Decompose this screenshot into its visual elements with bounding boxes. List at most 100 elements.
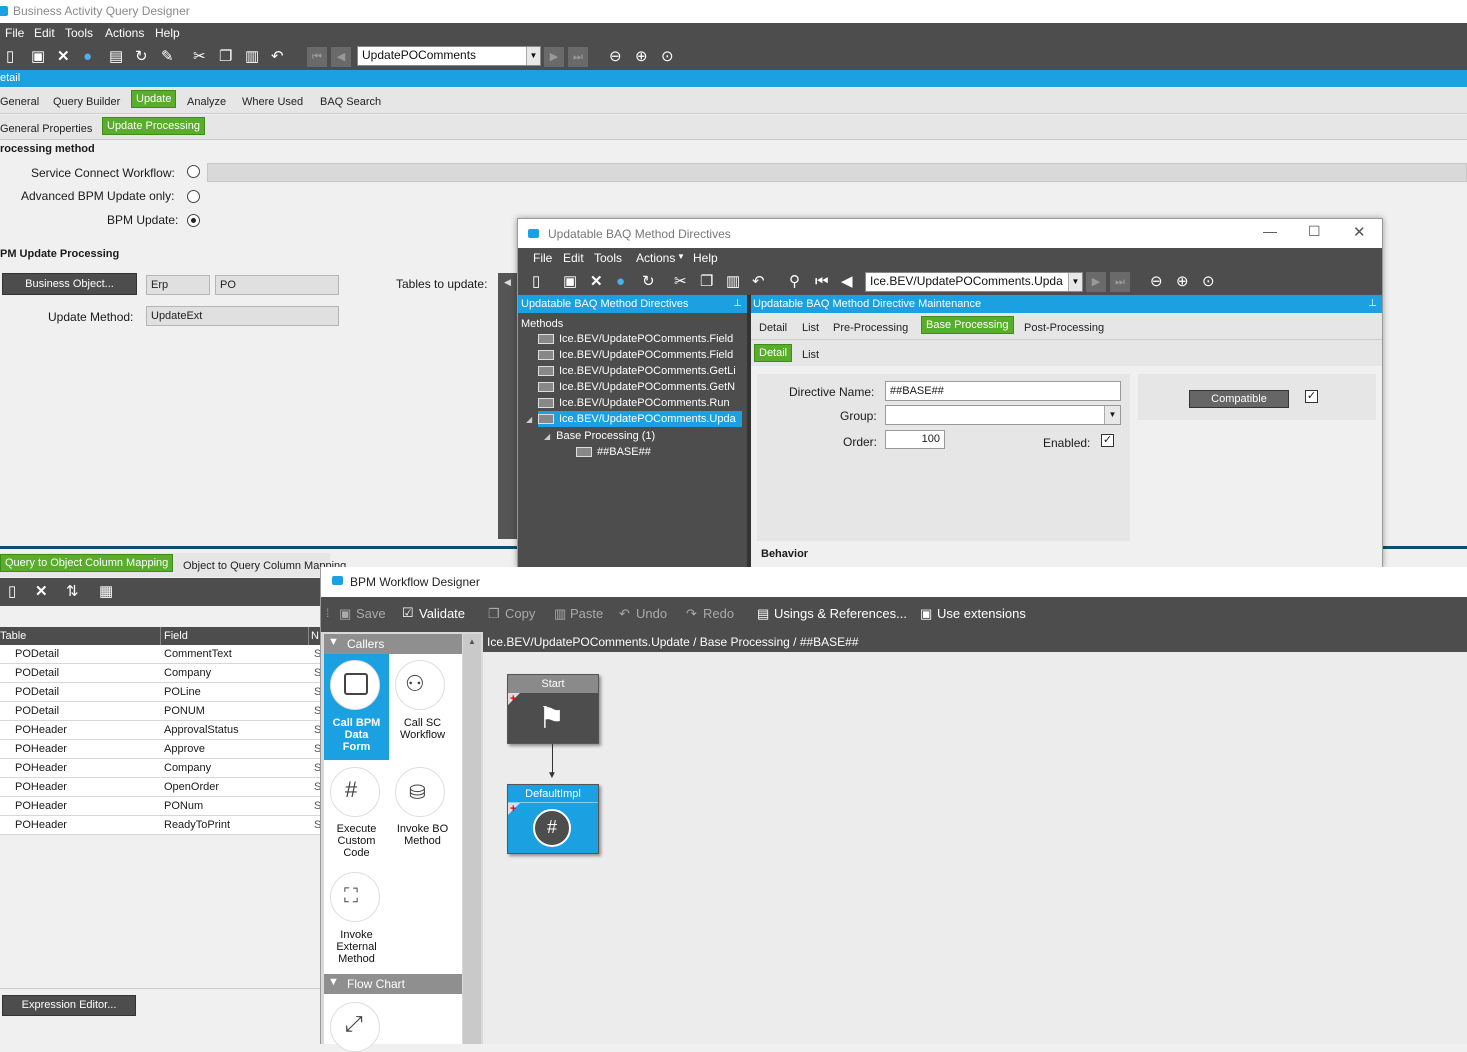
d-home-icon[interactable]: ⊙ [1202,274,1215,289]
tab-update[interactable]: Update [131,90,177,108]
base-directive-leaf[interactable]: ##BASE## [576,444,651,460]
grid-icon[interactable]: ▦ [99,584,113,599]
pin-icon[interactable]: ⊥ [733,295,742,313]
dtab-pre-processing[interactable]: Pre-Processing [833,322,908,334]
table-row[interactable]: POHeader Approve S [0,740,321,759]
invoke-external-icon[interactable]: ⛶ [330,872,380,922]
dmenu-file[interactable]: File [533,251,552,265]
table-row[interactable]: POHeader PONum S [0,797,321,816]
expression-editor-button[interactable]: Expression Editor... [2,995,136,1016]
d-first-icon[interactable]: ⏮ [815,274,829,289]
order-input[interactable]: 100 [885,430,945,449]
wf-usings-button[interactable]: Usings & References... [774,606,907,621]
wf-redo-button[interactable]: Redo [703,606,734,621]
callers-header[interactable]: ▼ Callers [324,634,462,654]
call-sc-workflow-icon[interactable]: ⚇ [395,660,445,710]
expand-icon[interactable]: ◢ [544,432,550,441]
table-row[interactable]: PODetail POLine S [0,683,321,702]
pin-icon[interactable]: ⊥ [1368,295,1377,313]
maximize-icon[interactable]: ☐ [1308,223,1321,240]
dsubtab-detail[interactable]: Detail [754,344,793,362]
col-field[interactable]: Field [164,630,188,642]
method-tree-item[interactable]: Ice.BEV/UpdatePOComments.Field [538,331,733,347]
wf-use-extensions-button[interactable]: Use extensions [937,606,1026,621]
bo-name-field[interactable]: PO [215,275,339,295]
tool-call-bpm-form[interactable]: Call BPM Data Form [324,717,389,753]
d-paste-icon[interactable]: ▥ [726,274,740,289]
tab-general[interactable]: General [0,96,39,108]
last-record-icon[interactable]: ⏭ [568,47,588,67]
table-row[interactable]: POHeader Company S [0,759,321,778]
update-method-field[interactable]: UpdateExt [146,306,339,326]
flowchart-header[interactable]: ▼ Flow Chart [324,974,462,994]
bpm-update-radio[interactable] [187,214,200,227]
flowchart-tool-icon[interactable]: ⤢ [330,1002,380,1052]
dtab-detail[interactable]: Detail [759,322,787,334]
d-refresh-icon[interactable]: ↻ [642,274,655,289]
method-tree-item[interactable]: Ice.BEV/UpdatePOComments.GetLi [538,363,736,379]
expand-left-icon[interactable]: ◀ [504,277,511,288]
sort-icon[interactable]: ⇅ [66,584,79,599]
method-tree-item[interactable]: Ice.BEV/UpdatePOComments.Field [538,347,733,363]
table-row[interactable]: POHeader OpenOrder S [0,778,321,797]
scroll-up-icon[interactable]: ▲ [468,637,476,646]
start-node[interactable]: Start + ⚑ [507,674,599,744]
base-processing-node[interactable]: ◢ Base Processing (1) [544,428,655,444]
forward-icon[interactable]: ⊕ [635,49,648,64]
dmenu-tools[interactable]: Tools [594,251,622,265]
tab-update-processing[interactable]: Update Processing [102,117,205,135]
directive-name-input[interactable]: ##BASE## [885,381,1121,401]
expand-icon[interactable]: ◢ [526,415,532,424]
tab-query-builder[interactable]: Query Builder [53,96,120,108]
table-row[interactable]: PODetail PONUM S [0,702,321,721]
method-tree-item[interactable]: Ice.BEV/UpdatePOComments.Run [538,395,730,411]
compatible-button[interactable]: Compatible [1189,390,1289,408]
close-icon[interactable]: ✕ [1353,223,1366,241]
attach-icon[interactable]: ▤ [109,49,123,64]
save-icon[interactable]: ▣ [31,49,45,64]
d-next-icon[interactable]: ▶ [1086,272,1106,292]
business-object-button[interactable]: Business Object... [2,273,137,295]
advanced-bpm-radio[interactable] [187,190,200,203]
wf-paste-button[interactable]: Paste [570,606,603,621]
dtab-base-processing[interactable]: Base Processing [921,316,1014,334]
d-chat-icon[interactable]: ● [616,274,625,289]
minimize-icon[interactable]: — [1263,223,1277,239]
wf-copy-button[interactable]: Copy [505,606,535,621]
clear-icon[interactable]: ✎ [161,49,174,64]
delete-mapping-icon[interactable]: ✕ [35,584,48,599]
d-last-icon[interactable]: ⏭ [1110,272,1130,292]
bo-namespace-field[interactable]: Erp [146,275,210,295]
d-save-icon[interactable]: ▣ [563,274,577,289]
directive-combo[interactable]: Ice.BEV/UpdatePOComments.Upda ▼ [865,272,1083,292]
delete-icon[interactable]: ✕ [57,49,70,64]
col-n[interactable]: N [311,630,319,642]
menu-edit[interactable]: Edit [34,26,55,40]
d-back-icon[interactable]: ⊖ [1150,274,1163,289]
method-tree-item[interactable]: Ice.BEV/UpdatePOComments.Upda [538,411,742,427]
enabled-checkbox[interactable]: ✓ [1101,434,1114,447]
new-icon[interactable]: ▯ [6,49,14,64]
paste-icon[interactable]: ▥ [245,49,259,64]
first-record-icon[interactable]: ⏮ [307,47,327,67]
back-icon[interactable]: ⊖ [609,49,622,64]
chat-icon[interactable]: ● [83,49,92,64]
menu-help[interactable]: Help [155,26,180,40]
dtab-post-processing[interactable]: Post-Processing [1024,322,1104,334]
cut-icon[interactable]: ✂ [193,49,206,64]
tab-where-used[interactable]: Where Used [242,96,303,108]
menu-actions[interactable]: Actions [105,26,144,40]
wf-undo-button[interactable]: Undo [636,606,667,621]
next-record-icon[interactable]: ▶ [544,47,564,67]
invoke-bo-icon[interactable]: ⛁ [395,767,445,817]
group-select[interactable]: ▼ [885,405,1121,425]
table-row[interactable]: POHeader ReadyToPrint S [0,816,321,835]
tool-invoke-bo-method[interactable]: Invoke BO Method [390,823,455,847]
menu-tools[interactable]: Tools [65,26,93,40]
workflow-field[interactable] [207,163,1467,182]
dmenu-help[interactable]: Help [693,251,718,265]
workflow-canvas[interactable] [483,652,1467,1044]
tab-general-properties[interactable]: General Properties [0,123,92,135]
new-mapping-icon[interactable]: ▯ [8,584,16,599]
undo-icon[interactable]: ↶ [271,49,284,64]
